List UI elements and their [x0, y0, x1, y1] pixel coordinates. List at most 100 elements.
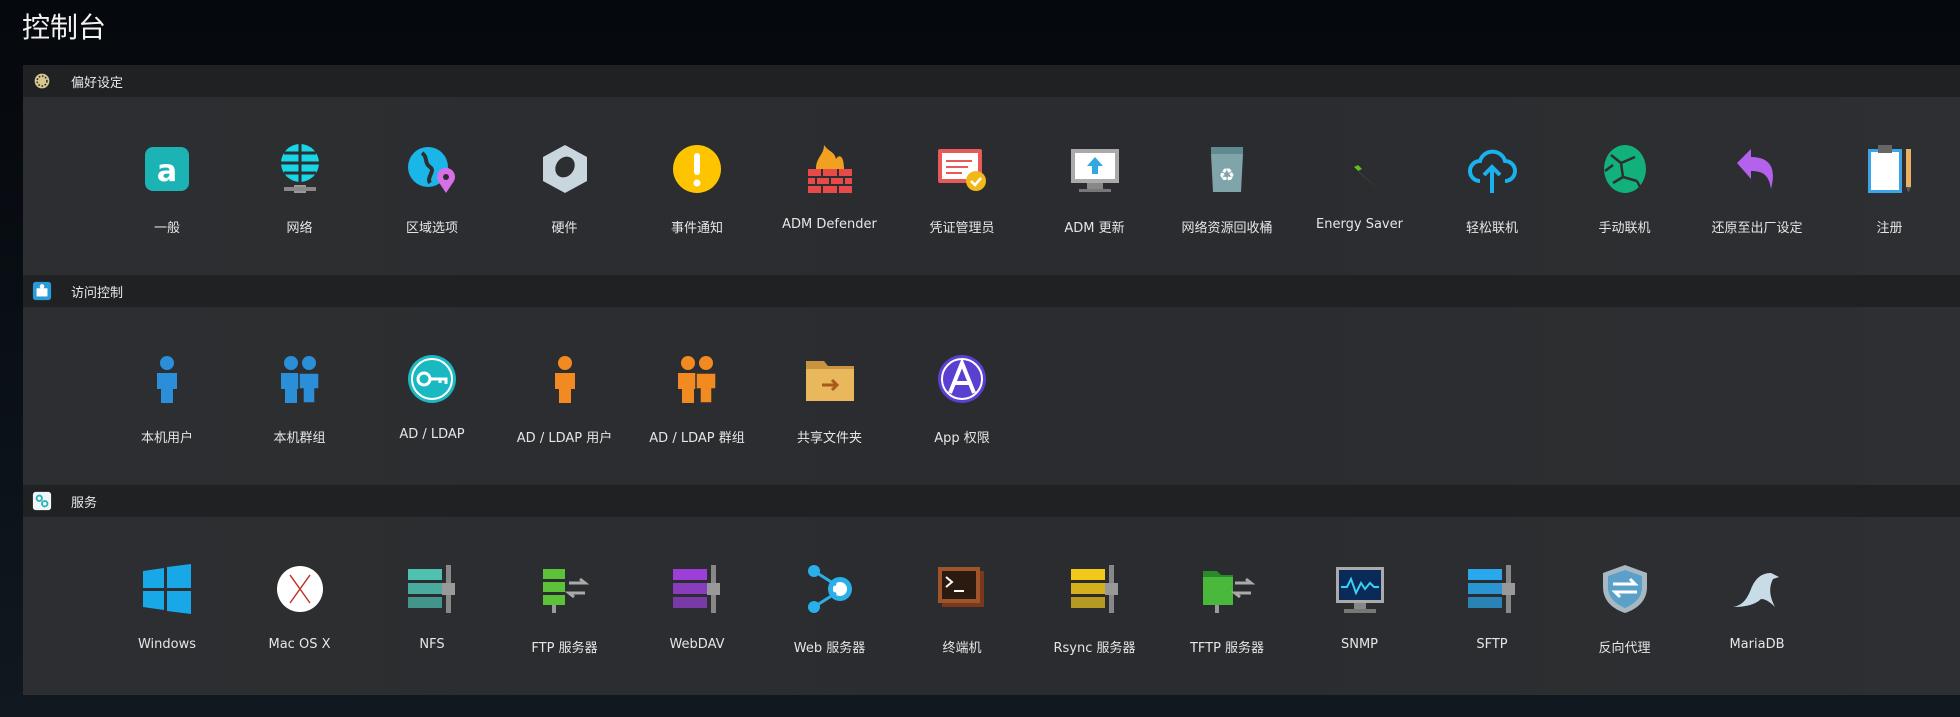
item-label: 手动联机: [1598, 221, 1651, 236]
item-label: Energy Saver: [1316, 217, 1403, 232]
item-label: 还原至出厂设定: [1711, 221, 1803, 236]
control-item[interactable]: TFTP 服务器: [1161, 517, 1293, 695]
control-item[interactable]: 本机用户: [101, 307, 233, 485]
control-item[interactable]: MariaDB: [1691, 517, 1823, 695]
control-item[interactable]: Mac OS X: [234, 517, 366, 695]
nut-icon: [542, 145, 587, 193]
control-item[interactable]: 凭证管理员: [896, 97, 1028, 275]
lightning-icon: [1337, 145, 1382, 193]
item-label: SNMP: [1340, 637, 1379, 652]
item-label: SFTP: [1476, 637, 1508, 652]
control-item[interactable]: Energy Saver: [1294, 97, 1426, 275]
item-label: Windows: [137, 637, 197, 652]
section-body: Windows Mac OS X NFS FTP 服务器 WebDAV Web 服务器 终端…: [23, 517, 1960, 695]
seal-icon: [1733, 573, 1779, 607]
control-item[interactable]: 反向代理: [1559, 517, 1691, 695]
control-item[interactable]: Rsync 服务器: [1029, 517, 1161, 695]
control-item[interactable]: 还原至出厂设定: [1691, 97, 1823, 275]
folder-transfer-icon: [1203, 571, 1255, 613]
app-permission-icon: [938, 355, 986, 403]
control-item[interactable]: 共享文件夹: [764, 307, 896, 485]
control-item[interactable]: 事件通知: [631, 97, 763, 275]
section-title: 访问控制: [71, 285, 124, 301]
user-icon: [554, 356, 575, 403]
control-item[interactable]: 终端机: [896, 517, 1028, 695]
section-body: a 一般 网络 区域选项 硬件 事件通知 ADM Defender 凭证管理员 ADM 更新 ♻ 网…: [23, 97, 1960, 275]
item-label: Mac OS X: [268, 637, 331, 652]
clipboard-icon: [1867, 145, 1911, 193]
section-header: 偏好设定: [23, 65, 1960, 97]
item-label: TFTP 服务器: [1189, 641, 1265, 656]
services-icon: [31, 490, 53, 512]
section-header: 服务: [23, 485, 1960, 517]
control-item[interactable]: FTP 服务器: [499, 517, 631, 695]
control-item[interactable]: NFS: [366, 517, 498, 695]
item-label: ADM 更新: [1064, 221, 1125, 236]
control-item[interactable]: 本机群组: [234, 307, 366, 485]
terminal-icon: [938, 567, 984, 607]
section-panel: 访问控制本机用户 本机群组 AD / LDAP AD / LDAP 用户 AD / LD…: [23, 275, 1960, 485]
user-icon: [157, 356, 177, 403]
control-item[interactable]: a 一般: [101, 97, 233, 275]
item-label: 区域选项: [405, 221, 458, 236]
item-label: 硬件: [551, 221, 578, 236]
section-header: 访问控制: [23, 275, 1960, 307]
item-label: 本机用户: [140, 431, 193, 446]
control-item[interactable]: WebDAV: [631, 517, 763, 695]
shield-arrows-icon: [1602, 565, 1647, 613]
control-item[interactable]: 轻松联机: [1426, 97, 1558, 275]
group-icon: [678, 356, 717, 404]
item-label: 本机群组: [273, 431, 326, 446]
control-item[interactable]: SNMP: [1294, 517, 1426, 695]
item-label: AD / LDAP 群组: [649, 431, 745, 446]
control-item[interactable]: 手动联机: [1559, 97, 1691, 275]
control-item[interactable]: Web 服务器: [764, 517, 896, 695]
recycle-bin-icon: ♻: [1211, 147, 1243, 192]
control-item[interactable]: ♻ 网络资源回收桶: [1161, 97, 1293, 275]
section-title: 服务: [71, 495, 98, 511]
item-label: App 权限: [934, 431, 990, 446]
item-label: 一般: [153, 221, 180, 236]
control-item[interactable]: 区域选项: [366, 97, 498, 275]
server-transfer-icon: [542, 569, 589, 613]
monitor-update-icon: [1070, 149, 1119, 192]
server-icon: [1070, 565, 1118, 613]
item-label: FTP 服务器: [531, 641, 598, 656]
section-body: 本机用户 本机群组 AD / LDAP AD / LDAP 用户 AD / LDAP 群…: [23, 307, 1960, 485]
monitor-graph-icon: [1335, 567, 1384, 613]
windows-icon: [143, 564, 191, 614]
item-label: MariaDB: [1729, 637, 1785, 652]
general-icon: a: [145, 147, 189, 191]
svg-text:♻: ♻: [1219, 165, 1235, 186]
control-item[interactable]: SFTP: [1426, 517, 1558, 695]
item-label: WebDAV: [669, 637, 725, 652]
control-item[interactable]: 硬件: [499, 97, 631, 275]
control-item[interactable]: AD / LDAP 群组: [631, 307, 763, 485]
section-title: 偏好设定: [71, 75, 124, 91]
gear-icon: [31, 70, 53, 92]
item-label: 轻松联机: [1465, 221, 1518, 236]
access-control-icon: [31, 280, 53, 302]
undo-icon: [1737, 149, 1773, 189]
control-item[interactable]: Windows: [101, 517, 233, 695]
globe-network-icon: [280, 144, 319, 193]
key-icon: [408, 355, 456, 403]
item-label: 网络资源回收桶: [1181, 221, 1273, 236]
share-nodes-icon: [807, 565, 852, 613]
network-ball-icon: [1603, 145, 1646, 193]
control-item[interactable]: App 权限: [896, 307, 1028, 485]
section-panel: 服务 Windows Mac OS X NFS FTP 服务器 WebDAV Web 服务器…: [23, 485, 1960, 695]
globe-pin-icon: [408, 147, 455, 193]
item-label: 凭证管理员: [929, 221, 995, 236]
control-item[interactable]: ADM Defender: [764, 97, 896, 275]
control-item[interactable]: 注册: [1824, 97, 1956, 275]
item-label: 共享文件夹: [796, 431, 862, 446]
item-label: Rsync 服务器: [1053, 641, 1136, 656]
mac-icon: [276, 566, 323, 612]
control-item[interactable]: ADM 更新: [1029, 97, 1161, 275]
control-item[interactable]: 网络: [234, 97, 366, 275]
control-item[interactable]: AD / LDAP 用户: [499, 307, 631, 485]
item-label: 终端机: [942, 641, 982, 656]
page-title: 控制台: [22, 11, 107, 44]
control-item[interactable]: AD / LDAP: [366, 307, 498, 485]
